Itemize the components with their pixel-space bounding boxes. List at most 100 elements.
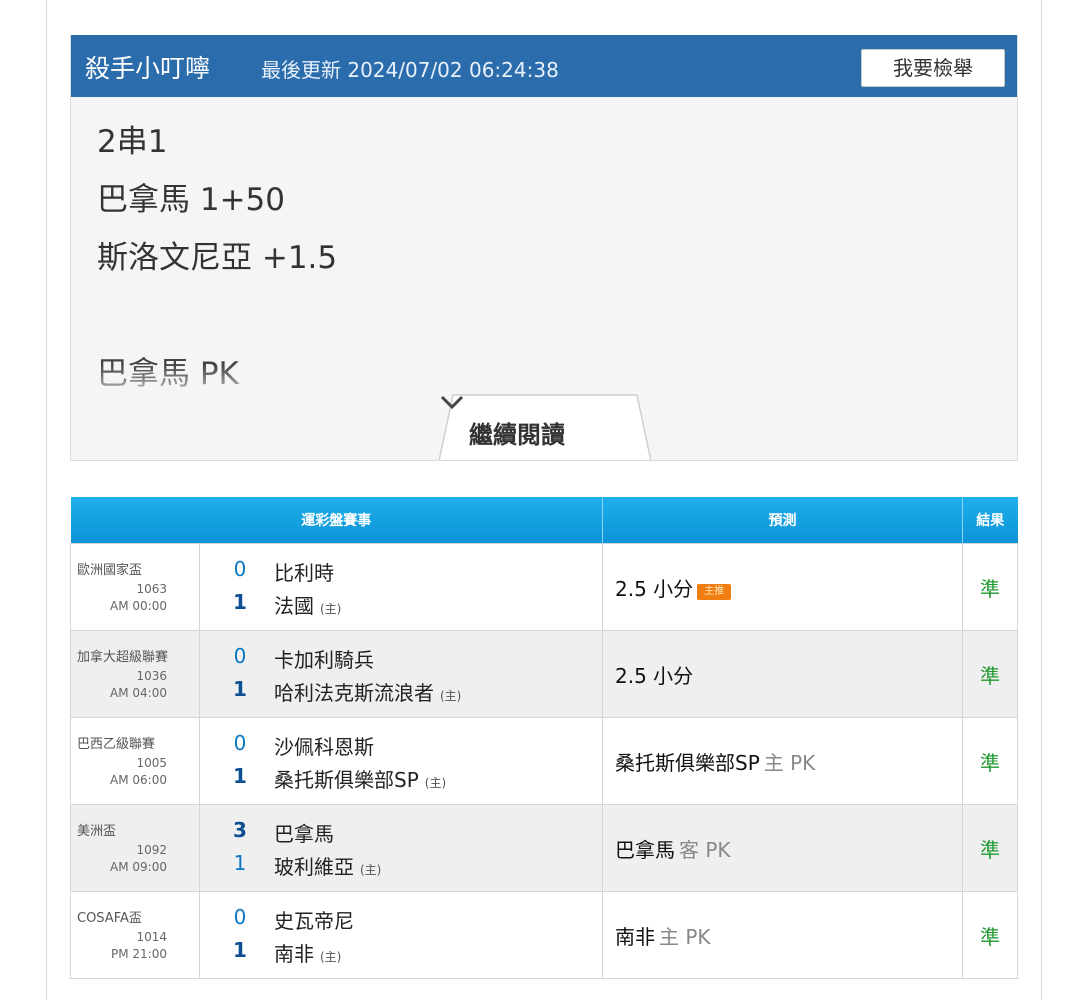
match-time: AM 04:00: [110, 686, 167, 700]
away-team[interactable]: 史瓦帝尼: [274, 905, 354, 934]
league-cell: 巴西乙級聯賽 1005 AM 06:00: [70, 717, 200, 805]
league-name[interactable]: COSAFA盃: [77, 907, 142, 926]
league-name[interactable]: 巴西乙級聯賽: [77, 733, 155, 752]
home-team-wrap: 桑托斯俱樂部SP (主): [274, 764, 446, 793]
teams-cell: 0 比利時 1 法國 (主): [199, 543, 603, 631]
result-cell: 準: [962, 804, 1018, 892]
away-team[interactable]: 卡加利騎兵: [274, 644, 374, 673]
away-team-line: 0 卡加利騎兵: [200, 644, 602, 674]
prediction: 2.5 小分: [615, 663, 694, 688]
table-row[interactable]: COSAFA盃 1014 PM 21:00 0 史瓦帝尼 1 南非 (主) 南非主 PK 準: [70, 891, 1018, 979]
teams-cell: 0 沙佩科恩斯 1 桑托斯俱樂部SP (主): [199, 717, 603, 805]
header-result: 結果: [962, 497, 1018, 544]
prediction-cell: 巴拿馬客 PK: [602, 804, 963, 892]
prediction-cell: 2.5 小分: [602, 630, 963, 718]
home-tag: (主): [424, 776, 447, 790]
match-number: 1063: [136, 582, 167, 596]
teams-cell: 0 史瓦帝尼 1 南非 (主): [199, 891, 603, 979]
home-tag: (主): [320, 602, 342, 616]
league-cell: 加拿大超級聯賽 1036 AM 04:00: [70, 630, 200, 718]
away-team-line: 0 比利時: [200, 557, 602, 587]
home-team-wrap: 南非 (主): [274, 938, 341, 967]
table-row[interactable]: 歐洲國家盃 1063 AM 00:00 0 比利時 1 法國 (主) 2.5 小分 主推準: [70, 543, 1018, 631]
prediction: 桑托斯俱樂部SP: [615, 750, 760, 775]
away-team[interactable]: 比利時: [274, 557, 334, 586]
prediction-cell: 桑托斯俱樂部SP 主 PK: [602, 717, 963, 805]
header-prediction: 預測: [602, 497, 963, 544]
read-more-button[interactable]: 繼續閱讀: [439, 393, 651, 460]
league-name[interactable]: 歐洲國家盃: [77, 559, 142, 578]
league-name[interactable]: 加拿大超級聯賽: [77, 646, 168, 665]
away-team[interactable]: 巴拿馬: [274, 818, 334, 847]
home-team-line: 1 玻利維亞 (主): [200, 851, 602, 881]
result-cell: 準: [962, 543, 1018, 631]
result-cell: 準: [962, 891, 1018, 979]
league-name[interactable]: 美洲盃: [77, 820, 116, 839]
away-score: 0: [233, 644, 247, 668]
read-more-label: 繼續閱讀: [469, 421, 565, 449]
post-header: 殺手小叮嚀 最後更新 2024/07/02 06:24:38 我要檢舉: [71, 35, 1017, 97]
prediction-side: 主 PK: [659, 924, 711, 949]
home-team-wrap: 玻利維亞 (主): [274, 851, 381, 880]
post-card: 殺手小叮嚀 最後更新 2024/07/02 06:24:38 我要檢舉 2串1 …: [70, 35, 1018, 461]
away-score: 0: [233, 731, 247, 755]
table-row[interactable]: 加拿大超級聯賽 1036 AM 04:00 0 卡加利騎兵 1 哈利法克斯流浪者 (主) 2.5…: [70, 630, 1018, 718]
prediction-side: 客 PK: [679, 837, 731, 862]
home-team-line: 1 哈利法克斯流浪者 (主): [200, 677, 602, 707]
prediction: 巴拿馬: [615, 837, 675, 862]
header-match: 運彩盤賽事: [70, 497, 603, 544]
home-score: 1: [233, 677, 247, 701]
home-tag: (主): [320, 950, 342, 964]
author-name[interactable]: 殺手小叮嚀: [85, 49, 210, 85]
prediction-cell: 南非主 PK: [602, 891, 963, 979]
home-team-line: 1 南非 (主): [200, 938, 602, 968]
home-score: 1: [233, 590, 247, 614]
away-team-line: 3 巴拿馬: [200, 818, 602, 848]
report-button[interactable]: 我要檢舉: [861, 49, 1005, 87]
home-team[interactable]: 玻利維亞: [274, 855, 354, 879]
table-header-row: 運彩盤賽事 預測 結果: [70, 497, 1018, 544]
away-score: 0: [233, 557, 247, 581]
prediction-side: 主 PK: [763, 750, 816, 775]
away-team[interactable]: 沙佩科恩斯: [274, 731, 374, 760]
away-score: 3: [233, 818, 247, 842]
home-team-wrap: 哈利法克斯流浪者 (主): [274, 677, 461, 706]
home-team-line: 1 桑托斯俱樂部SP (主): [200, 764, 602, 794]
table-row[interactable]: 美洲盃 1092 AM 09:00 3 巴拿馬 1 玻利維亞 (主) 巴拿馬客 PK 準: [70, 804, 1018, 892]
league-cell: 歐洲國家盃 1063 AM 00:00: [70, 543, 200, 631]
home-score: 1: [233, 764, 247, 788]
home-team-wrap: 法國 (主): [274, 590, 341, 619]
home-team[interactable]: 哈利法克斯流浪者: [274, 681, 434, 705]
match-number: 1036: [136, 669, 167, 683]
home-score: 1: [233, 851, 247, 875]
match-number: 1005: [136, 756, 167, 770]
away-team-line: 0 沙佩科恩斯: [200, 731, 602, 761]
post-line: 巴拿馬 1+50: [97, 182, 285, 218]
post-line-blank: [97, 295, 997, 353]
match-time: AM 09:00: [110, 860, 167, 874]
post-line: 斯洛文尼亞 +1.5: [97, 240, 338, 276]
prediction: 南非: [615, 924, 655, 949]
match-time: AM 00:00: [110, 599, 167, 613]
home-team[interactable]: 南非: [274, 942, 314, 966]
away-score: 0: [233, 905, 247, 929]
match-time: AM 06:00: [110, 773, 167, 787]
result-cell: 準: [962, 717, 1018, 805]
result-cell: 準: [962, 630, 1018, 718]
teams-cell: 0 卡加利騎兵 1 哈利法克斯流浪者 (主): [199, 630, 603, 718]
home-team[interactable]: 桑托斯俱樂部SP: [274, 768, 419, 792]
chevron-down-icon: [440, 395, 464, 410]
match-time: PM 21:00: [111, 947, 167, 961]
home-team-line: 1 法國 (主): [200, 590, 602, 620]
table-row[interactable]: 巴西乙級聯賽 1005 AM 06:00 0 沙佩科恩斯 1 桑托斯俱樂部SP (主) 桑托斯俱…: [70, 717, 1018, 805]
home-team[interactable]: 法國: [274, 594, 314, 618]
featured-badge: 主推: [697, 583, 732, 600]
match-number: 1014: [136, 930, 167, 944]
away-team-line: 0 史瓦帝尼: [200, 905, 602, 935]
league-cell: 美洲盃 1092 AM 09:00: [70, 804, 200, 892]
post-line: 2串1: [97, 124, 168, 160]
last-updated: 最後更新 2024/07/02 06:24:38: [261, 58, 559, 82]
home-tag: (主): [440, 689, 462, 703]
teams-cell: 3 巴拿馬 1 玻利維亞 (主): [199, 804, 603, 892]
match-number: 1092: [136, 843, 167, 857]
